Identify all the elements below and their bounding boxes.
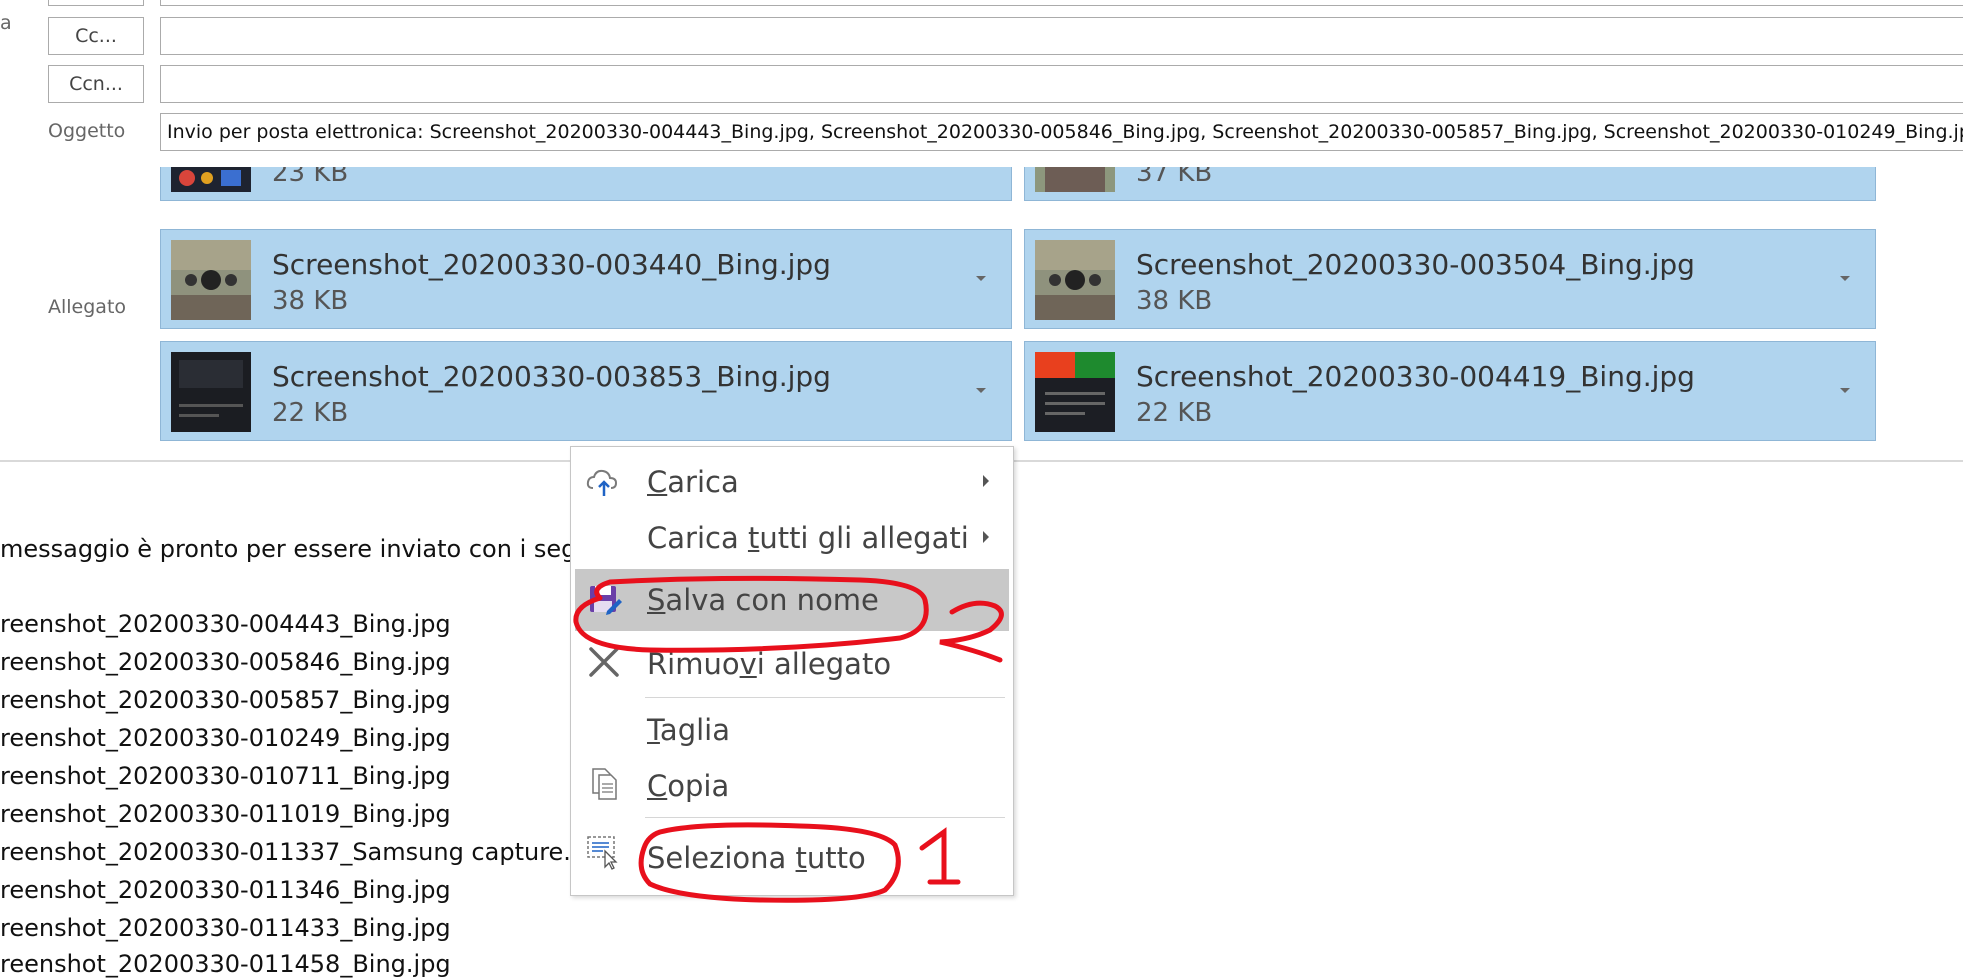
save-as-circle-mark [573,575,929,653]
red-annotation-overlay [573,575,1004,903]
annotation-digit-2-shape [939,600,1004,663]
annotation-digit-1-shape [919,827,961,885]
select-all-circle-mark [638,822,901,903]
